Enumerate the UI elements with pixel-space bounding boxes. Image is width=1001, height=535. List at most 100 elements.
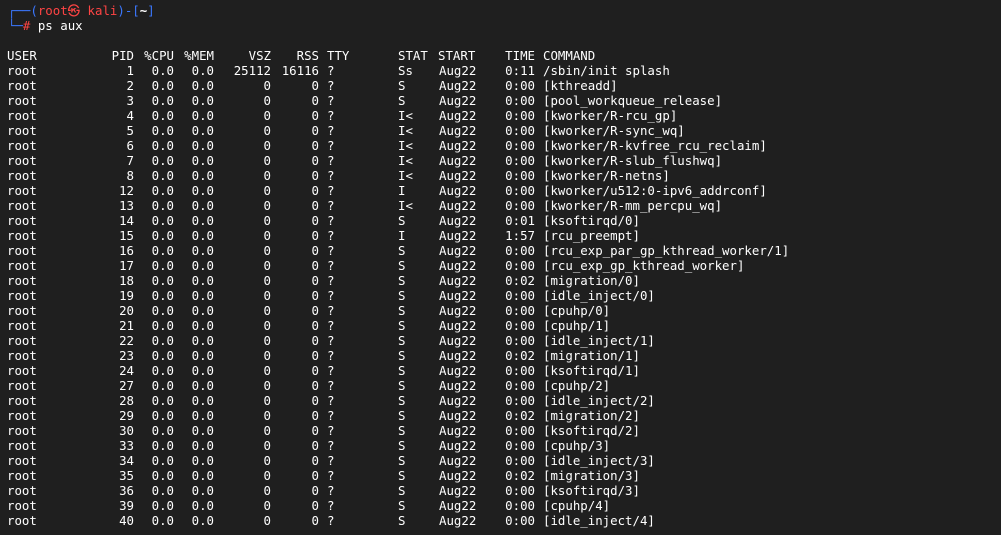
cell-command: [kworker/R-sync_wq]	[543, 123, 685, 138]
cell-tty: ?	[327, 243, 335, 258]
table-header: USER PID %CPU %MEM VSZ RSS TTY STAT STAR…	[0, 48, 1001, 63]
cell-rss: 0	[311, 78, 319, 93]
cell-user: root	[7, 63, 37, 78]
cell-user: root	[7, 93, 37, 108]
cell-rss: 0	[311, 258, 319, 273]
table-row: root 33 0.0 0.0 0 0? S Aug22 0:00 [cpuhp/3]	[0, 438, 1001, 453]
cell-pid: 6	[126, 138, 134, 153]
cell-command: [kworker/R-kvfree_rcu_reclaim]	[543, 138, 767, 153]
cell-stat: S	[398, 273, 406, 288]
cell-vsz: 0	[263, 393, 271, 408]
cell-stat: S	[398, 498, 406, 513]
cell-time: 0:00	[505, 378, 535, 393]
cell-rss: 0	[311, 423, 319, 438]
cell-cpu: 0.0	[151, 273, 174, 288]
table-row: root 35 0.0 0.0 0 0? S Aug22 0:02 [migration/3]	[0, 468, 1001, 483]
cell-stat: S	[398, 78, 406, 93]
cell-command: [pool_workqueue_release]	[543, 93, 723, 108]
cell-pid: 4	[126, 108, 134, 123]
header-rss: RSS	[296, 48, 319, 63]
cell-vsz: 0	[263, 378, 271, 393]
cell-rss: 0	[311, 318, 319, 333]
cell-start: Aug22	[439, 318, 477, 333]
table-row: root 19 0.0 0.0 0 0? S Aug22 0:00 [idle_inject/0]	[0, 288, 1001, 303]
cell-rss: 0	[311, 123, 319, 138]
table-row: root 24 0.0 0.0 0 0? S Aug22 0:00 [ksoftirqd/1]	[0, 363, 1001, 378]
cell-rss: 0	[311, 468, 319, 483]
cell-stat: S	[398, 213, 406, 228]
cell-user: root	[7, 198, 37, 213]
cell-tty: ?	[327, 408, 335, 423]
cell-time: 0:02	[505, 348, 535, 363]
cell-start: Aug22	[439, 363, 477, 378]
cell-vsz: 0	[263, 228, 271, 243]
cell-rss: 0	[311, 93, 319, 108]
cell-pid: 28	[119, 393, 134, 408]
cell-command: [idle_inject/4]	[543, 513, 655, 528]
cell-tty: ?	[327, 348, 335, 363]
prompt-frame-prefix: └─	[8, 18, 23, 33]
cell-stat: S	[398, 378, 406, 393]
terminal-window[interactable]: ┌──(root㉿ kali)-[~] └─# ps aux USER PID …	[0, 0, 1001, 535]
table-row: root 36 0.0 0.0 0 0? S Aug22 0:00 [ksoftirqd/3]	[0, 483, 1001, 498]
cell-command: [cpuhp/2]	[543, 378, 611, 393]
cell-user: root	[7, 408, 37, 423]
cell-mem: 0.0	[191, 123, 214, 138]
cell-command: [kworker/R-slub_flushwq]	[543, 153, 723, 168]
cell-pid: 29	[119, 408, 134, 423]
cell-user: root	[7, 423, 37, 438]
cell-cpu: 0.0	[151, 378, 174, 393]
cell-tty: ?	[327, 468, 335, 483]
cell-start: Aug22	[439, 93, 477, 108]
cell-cpu: 0.0	[151, 453, 174, 468]
cell-stat: S	[398, 453, 406, 468]
cell-tty: ?	[327, 423, 335, 438]
cell-pid: 21	[119, 318, 134, 333]
cell-rss: 0	[311, 348, 319, 363]
cell-user: root	[7, 258, 37, 273]
cell-user: root	[7, 213, 37, 228]
cell-stat: S	[398, 318, 406, 333]
cell-start: Aug22	[439, 303, 477, 318]
cell-cpu: 0.0	[151, 318, 174, 333]
cell-command: [cpuhp/1]	[543, 318, 611, 333]
cell-user: root	[7, 483, 37, 498]
cell-rss: 0	[311, 228, 319, 243]
cell-rss: 0	[311, 138, 319, 153]
table-row: root 2 0.0 0.0 0 0? S Aug22 0:00 [kthreadd]	[0, 78, 1001, 93]
table-row: root 34 0.0 0.0 0 0? S Aug22 0:00 [idle_inject/3]	[0, 453, 1001, 468]
cell-start: Aug22	[439, 153, 477, 168]
cell-mem: 0.0	[191, 438, 214, 453]
cell-vsz: 0	[263, 108, 271, 123]
cell-pid: 30	[119, 423, 134, 438]
cell-stat: I<	[398, 153, 413, 168]
table-row: root 40 0.0 0.0 0 0? S Aug22 0:00 [idle_inject/4]	[0, 513, 1001, 528]
cell-mem: 0.0	[191, 93, 214, 108]
cell-rss: 0	[311, 483, 319, 498]
table-row: root 1 0.0 0.0 25112 16116? Ss Aug22 0:11/sbin/i…	[0, 63, 1001, 78]
header-tty: TTY	[327, 48, 350, 63]
cell-command: /sbin/init splash	[543, 63, 670, 78]
cell-cpu: 0.0	[151, 78, 174, 93]
cell-start: Aug22	[439, 213, 477, 228]
cell-command: [ksoftirqd/3]	[543, 483, 640, 498]
cell-user: root	[7, 333, 37, 348]
cell-user: root	[7, 348, 37, 363]
cell-mem: 0.0	[191, 453, 214, 468]
cell-time: 0:00	[505, 453, 535, 468]
cell-mem: 0.0	[191, 408, 214, 423]
cell-time: 0:02	[505, 408, 535, 423]
table-row: root 14 0.0 0.0 0 0? S Aug22 0:01 [ksoftirqd/0]	[0, 213, 1001, 228]
cell-tty: ?	[327, 438, 335, 453]
prompt-user-host: root㉿ kali	[37, 3, 118, 18]
cell-cpu: 0.0	[151, 108, 174, 123]
prompt-frame-mid: )-[	[117, 3, 140, 18]
cell-start: Aug22	[439, 348, 477, 363]
cell-time: 0:00	[505, 183, 535, 198]
table-row: root 8 0.0 0.0 0 0? I< Aug22 0:00 [kworker/R-netn…	[0, 168, 1001, 183]
cell-tty: ?	[327, 213, 335, 228]
cell-pid: 27	[119, 378, 134, 393]
table-row: root 20 0.0 0.0 0 0? S Aug22 0:00 [cpuhp/0]	[0, 303, 1001, 318]
cell-stat: S	[398, 303, 406, 318]
cell-tty: ?	[327, 63, 335, 78]
